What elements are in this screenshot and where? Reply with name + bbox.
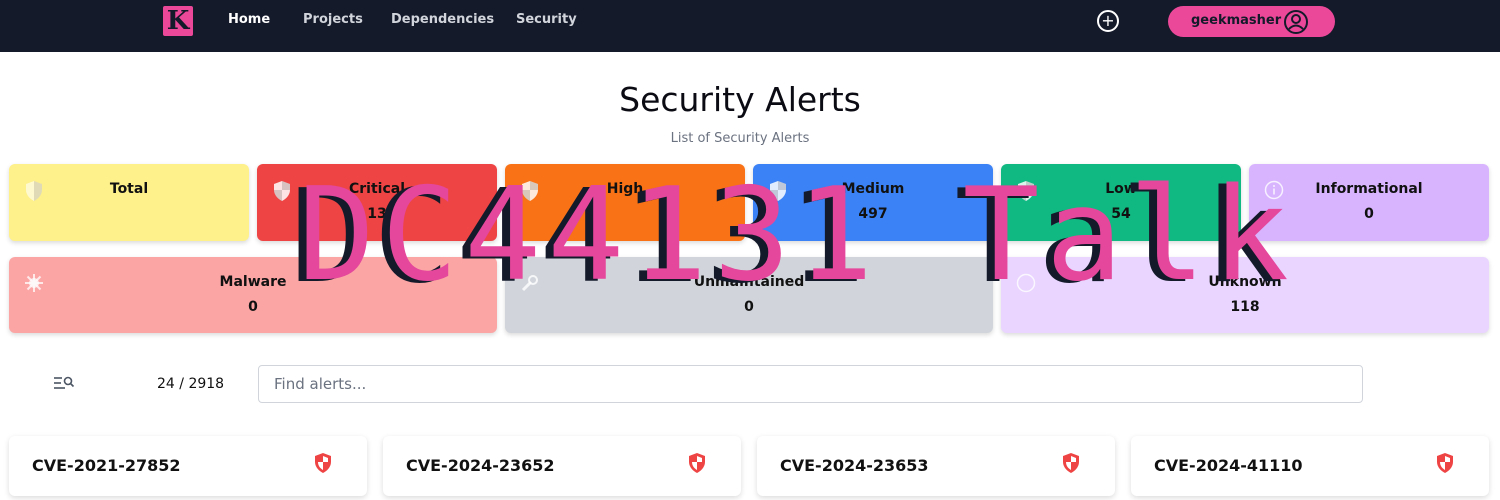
app-logo[interactable]: K xyxy=(163,6,193,36)
card-label: Critical xyxy=(348,181,405,197)
card-label: Malware xyxy=(219,274,287,290)
alert-card[interactable]: CVE-2021-27852 xyxy=(9,436,367,496)
card-value: 497 xyxy=(858,206,888,222)
card-malware[interactable]: Malware 0 xyxy=(9,257,497,333)
shield-icon xyxy=(315,453,331,473)
alert-count: 24 / 2918 xyxy=(157,376,224,392)
filter-search-icon[interactable] xyxy=(53,376,75,390)
page-subtitle: List of Security Alerts xyxy=(670,131,810,146)
card-medium[interactable]: Medium 497 xyxy=(753,164,993,241)
card-value: 0 xyxy=(1364,206,1374,222)
card-value: 0 xyxy=(248,299,258,315)
card-value: 0 xyxy=(744,299,754,315)
nav-security[interactable]: Security xyxy=(516,12,577,27)
card-value: 54 xyxy=(1111,206,1131,222)
card-informational[interactable]: Informational 0 xyxy=(1249,164,1489,241)
alert-id: CVE-2024-23652 xyxy=(406,456,555,475)
count-separator: / xyxy=(179,376,184,392)
card-label: Informational xyxy=(1315,181,1423,197)
card-critical[interactable]: Critical 13 xyxy=(257,164,497,241)
card-total[interactable]: Total xyxy=(9,164,249,241)
card-value: 13 xyxy=(367,206,387,222)
total-count: 2918 xyxy=(188,376,225,392)
user-circle-icon xyxy=(1284,10,1308,34)
alert-id: CVE-2024-23653 xyxy=(780,456,929,475)
alert-card[interactable]: CVE-2024-23652 xyxy=(383,436,741,496)
card-label: Total xyxy=(109,181,149,197)
alert-id: CVE-2024-41110 xyxy=(1154,456,1303,475)
alert-id: CVE-2021-27852 xyxy=(32,456,181,475)
shield-icon xyxy=(1437,453,1453,473)
card-high[interactable]: High xyxy=(505,164,745,241)
search-input[interactable] xyxy=(258,365,1363,403)
nav-dependencies[interactable]: Dependencies xyxy=(391,12,494,27)
card-label: Low xyxy=(1105,181,1137,197)
shown-count: 24 xyxy=(157,376,175,392)
alert-card[interactable]: CVE-2024-41110 xyxy=(1131,436,1489,496)
card-label: Unmaintained xyxy=(693,274,805,290)
card-low[interactable]: Low 54 xyxy=(1001,164,1241,241)
page-title: Security Alerts xyxy=(619,80,861,119)
nav-home[interactable]: Home xyxy=(228,12,270,27)
alert-card[interactable]: CVE-2024-23653 xyxy=(757,436,1115,496)
plus-circle-icon[interactable]: + xyxy=(1097,10,1119,32)
card-value: 118 xyxy=(1230,299,1260,315)
card-label: High xyxy=(606,181,644,197)
card-label: Medium xyxy=(841,181,905,197)
user-menu-button[interactable]: geekmasher xyxy=(1168,6,1335,37)
card-label: Unknown xyxy=(1208,274,1282,290)
card-unmaintained[interactable]: Unmaintained 0 xyxy=(505,257,993,333)
top-nav: K Home Projects Dependencies Security + … xyxy=(0,0,1500,52)
nav-projects[interactable]: Projects xyxy=(303,12,363,27)
username-label: geekmasher xyxy=(1191,13,1282,28)
shield-icon xyxy=(689,453,705,473)
card-unknown[interactable]: Unknown 118 xyxy=(1001,257,1489,333)
shield-icon xyxy=(1063,453,1079,473)
